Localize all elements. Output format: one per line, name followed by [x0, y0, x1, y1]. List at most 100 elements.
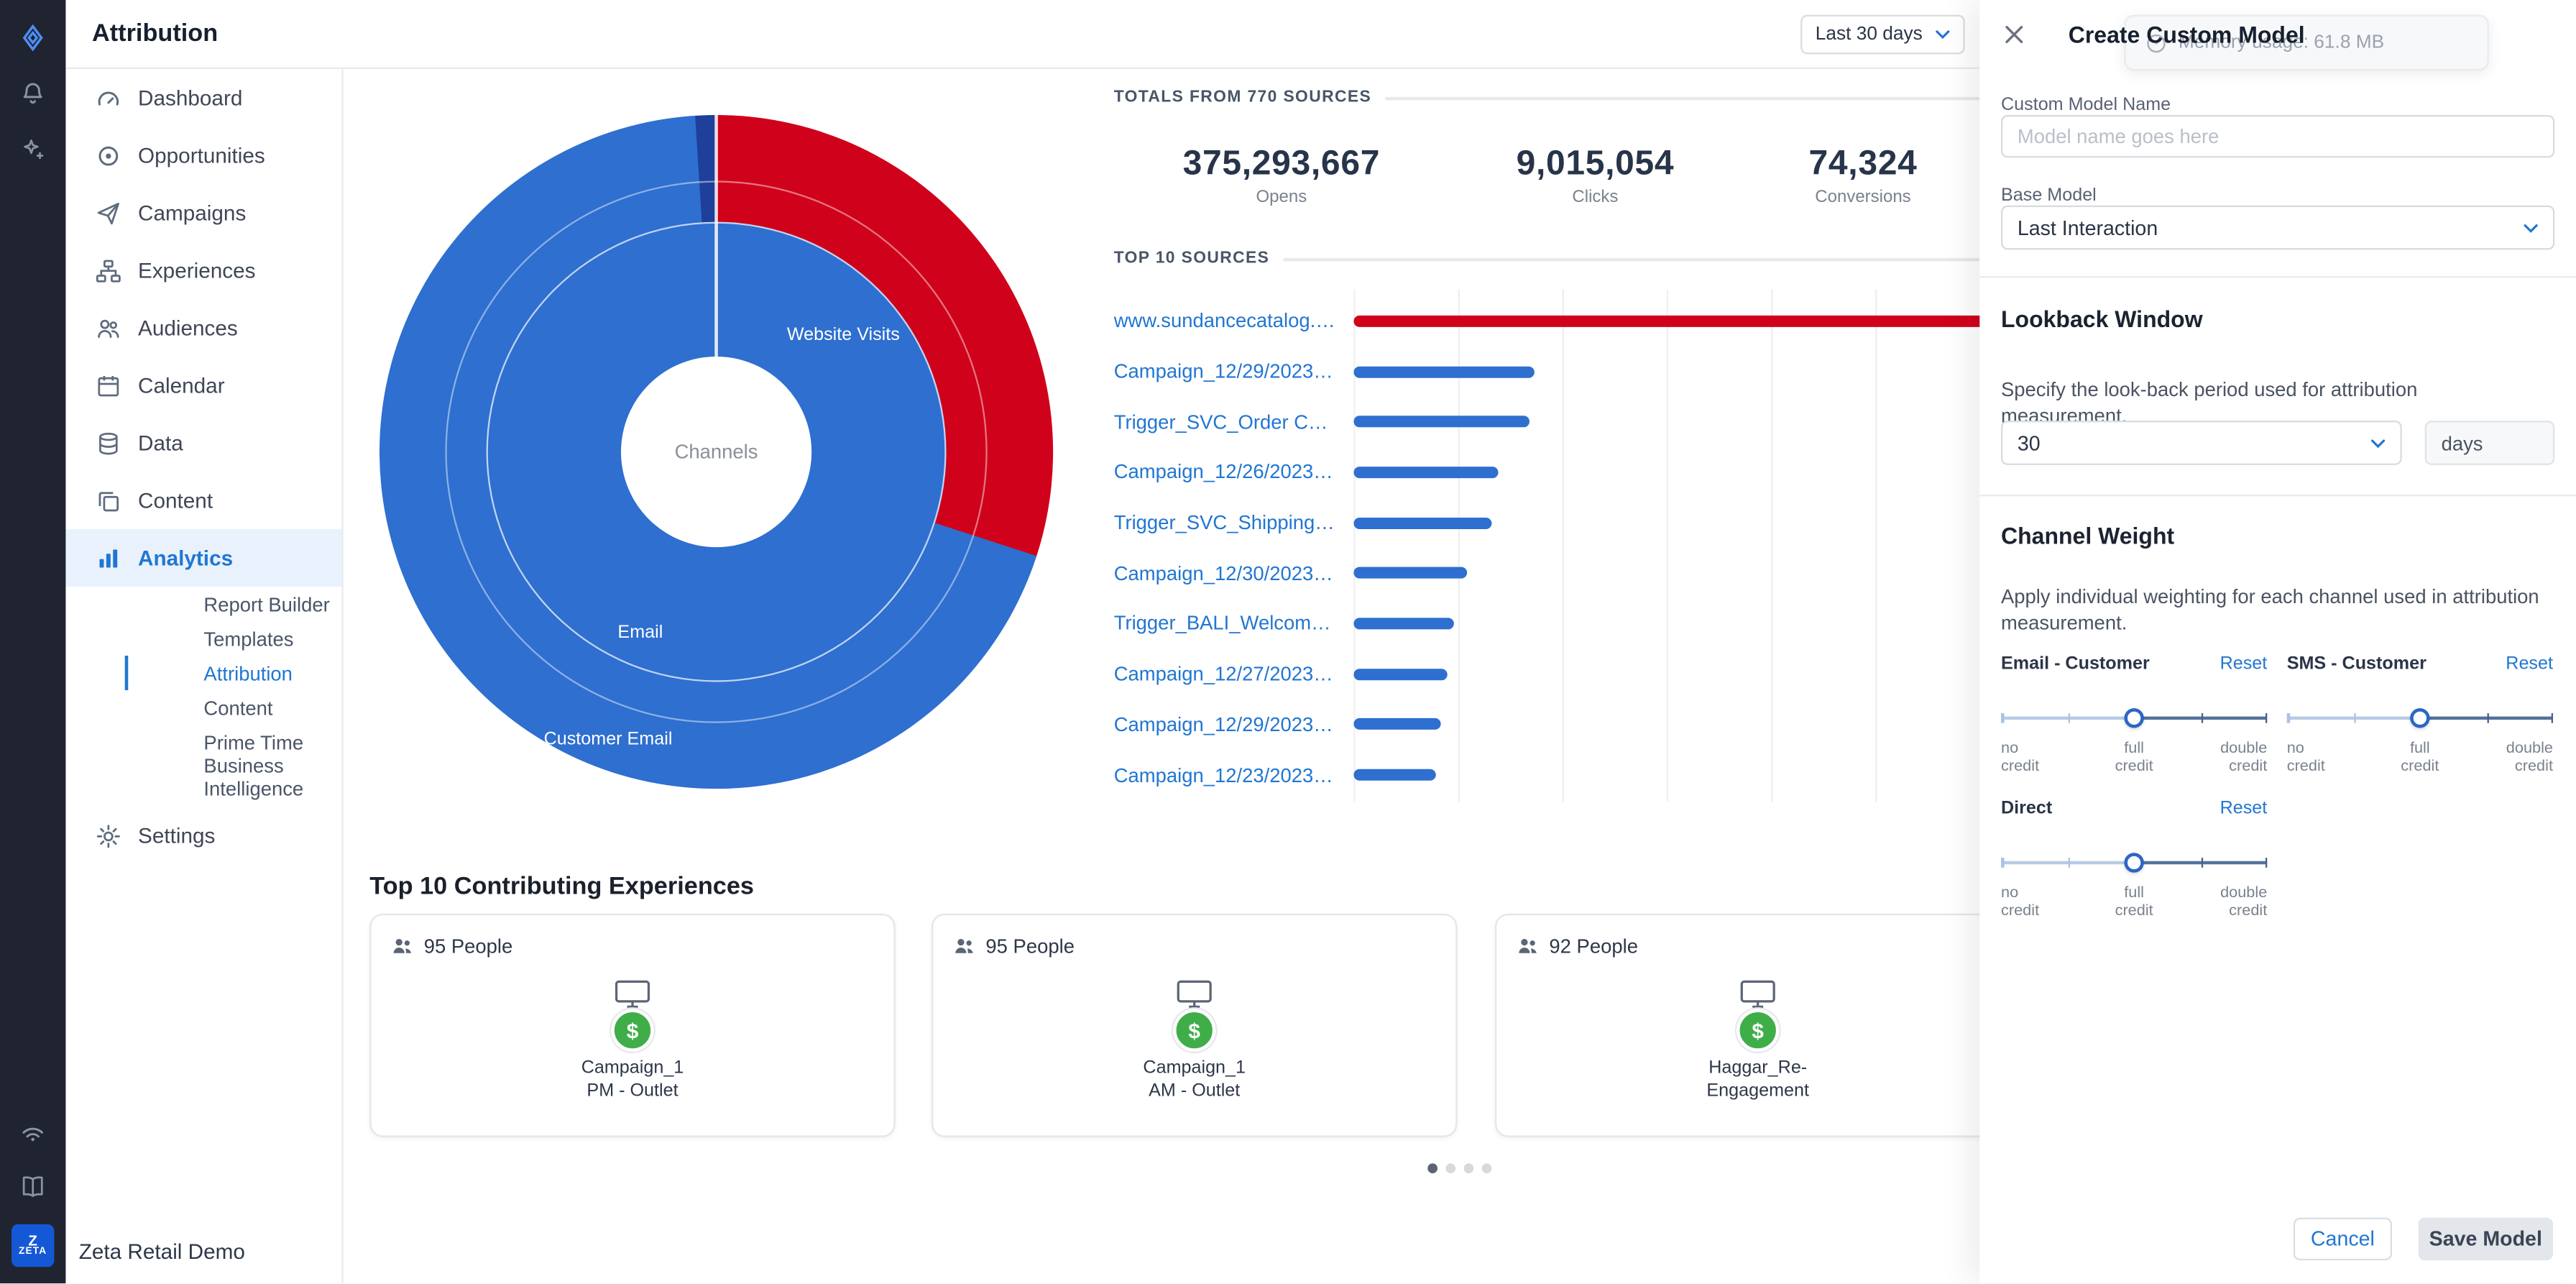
lookback-value-select[interactable]: 30 — [2001, 421, 2402, 465]
sparkle-ai-icon[interactable] — [0, 121, 65, 178]
slider-handle[interactable] — [2124, 853, 2143, 872]
source-bar[interactable] — [1353, 769, 1435, 781]
sidebar-item-settings[interactable]: Settings — [65, 807, 341, 864]
stat-conversions-label: Conversions — [1809, 188, 1918, 207]
sidebar-item-data[interactable]: Data — [65, 414, 341, 472]
scale-double-credit: double credit — [2506, 740, 2553, 777]
zeta-z-mark: Z — [28, 1234, 37, 1247]
source-link[interactable]: Campaign_12/26/2023 P... — [1114, 461, 1354, 484]
sidebar: Dashboard Opportunities Campaigns Experi… — [65, 69, 343, 1284]
sidebar-subitem-attribution[interactable]: Attribution — [125, 656, 342, 690]
users-icon — [96, 315, 122, 341]
source-row: Trigger_BALI_Welcome_T... — [1114, 598, 1980, 648]
save-model-button[interactable]: Save Model — [2419, 1218, 2553, 1260]
source-bar[interactable] — [1353, 567, 1466, 579]
channel-sunburst-chart[interactable]: Channels Website Visits Email Customer E… — [380, 115, 1053, 789]
source-link[interactable]: Trigger_SVC_Shipping Co... — [1114, 511, 1354, 534]
carousel-dot[interactable] — [1427, 1163, 1438, 1173]
sidebar-item-campaigns[interactable]: Campaigns — [65, 184, 341, 242]
experience-card[interactable]: 95 People $ Campaign_1PM - Outlet — [369, 914, 895, 1137]
slider-track[interactable] — [2001, 707, 2267, 730]
scale-full-credit: full credit — [2115, 740, 2153, 777]
source-row: Campaign_12/29/2023 A... — [1114, 700, 1980, 750]
zeta-brand-logo[interactable]: Z ZETA — [12, 1224, 54, 1267]
source-bar[interactable] — [1353, 618, 1453, 629]
carousel-dot[interactable] — [1464, 1163, 1474, 1173]
sidebar-item-dashboard[interactable]: Dashboard — [65, 69, 341, 127]
slider-handle[interactable] — [2410, 708, 2429, 728]
stat-conversions-value: 74,324 — [1809, 145, 1918, 184]
bell-icon[interactable] — [0, 65, 65, 121]
stat-clicks-label: Clicks — [1517, 188, 1675, 207]
scale-no-credit: no credit — [2001, 884, 2039, 922]
source-bar[interactable] — [1353, 467, 1497, 478]
sidebar-subitem-business-intelligence[interactable]: Business Intelligence — [125, 759, 342, 794]
sidebar-item-label: Settings — [138, 823, 215, 848]
sunburst-segment-divider — [714, 115, 717, 357]
date-range-select[interactable]: Last 30 days — [1800, 15, 1965, 55]
weight-slider-sms-customer: SMS - Customer Reset no credit full cred… — [2287, 654, 2553, 779]
totals-label: TOTALS FROM 770 SOURCES — [1114, 88, 1371, 106]
custom-model-name-label: Custom Model Name — [2001, 96, 2171, 115]
reset-link[interactable]: Reset — [2220, 654, 2268, 674]
carousel-pagination — [1427, 1163, 1491, 1173]
lookback-title: Lookback Window — [2001, 306, 2203, 332]
sidebar-subitem-report-builder[interactable]: Report Builder — [125, 587, 342, 621]
source-link[interactable]: Trigger_BALI_Welcome_T... — [1114, 612, 1354, 635]
source-bar[interactable] — [1353, 416, 1529, 428]
sidebar-item-opportunities[interactable]: Opportunities — [65, 127, 341, 184]
source-link[interactable]: Campaign_12/27/2023 PM... — [1114, 662, 1354, 685]
app-viewport: Z ZETA Attribution Last 30 days Dashboar… — [0, 0, 2576, 1284]
experience-name: Campaign_1PM - Outlet — [581, 1058, 684, 1104]
lookback-unit-field[interactable]: days — [2425, 421, 2555, 465]
sidebar-subitem-content[interactable]: Content — [125, 690, 342, 725]
reset-link[interactable]: Reset — [2220, 799, 2268, 818]
signal-icon[interactable] — [0, 1103, 65, 1159]
slider-track[interactable] — [2001, 851, 2267, 874]
source-row: Campaign_12/23/2023 A... — [1114, 750, 1980, 800]
source-link[interactable]: Trigger_SVC_Order Confir... — [1114, 411, 1354, 434]
people-count: 95 People — [985, 935, 1075, 958]
sidebar-item-content[interactable]: Content — [65, 472, 341, 529]
reset-link[interactable]: Reset — [2506, 654, 2553, 674]
source-link[interactable]: Campaign_12/29/2023 A... — [1114, 713, 1354, 736]
sidebar-item-label: Experiences — [138, 258, 256, 283]
carousel-dot[interactable] — [1482, 1163, 1492, 1173]
cancel-button[interactable]: Cancel — [2294, 1218, 2392, 1260]
base-model-label: Base Model — [2001, 185, 2097, 205]
source-link[interactable]: www.sundancecatalog.com — [1114, 309, 1354, 332]
slider-track[interactable] — [2287, 707, 2553, 730]
source-bar[interactable] — [1353, 366, 1535, 377]
custom-model-name-input[interactable] — [2001, 115, 2554, 157]
source-link[interactable]: Campaign_12/30/2023 P... — [1114, 561, 1354, 584]
gear-icon — [96, 822, 122, 849]
source-bar[interactable] — [1353, 315, 1992, 326]
slider-handle[interactable] — [2124, 708, 2143, 728]
panel-title: Create Custom Model — [2069, 22, 2305, 48]
top-sources-section-header: TOP 10 SOURCES — [1114, 249, 1980, 267]
people-icon — [953, 935, 976, 958]
close-icon[interactable] — [2001, 22, 2028, 48]
source-link[interactable]: Campaign_12/23/2023 A... — [1114, 763, 1354, 787]
sidebar-item-audiences[interactable]: Audiences — [65, 299, 341, 357]
top-sources-bar-chart: www.sundancecatalog.com Campaign_12/29/2… — [1114, 295, 1980, 799]
experience-card[interactable]: 95 People $ Campaign_1AM - Outlet — [932, 914, 1457, 1137]
people-icon — [391, 935, 414, 958]
sidebar-subitem-templates[interactable]: Templates — [125, 621, 342, 656]
source-bar[interactable] — [1353, 668, 1448, 679]
date-range-value: Last 30 days — [1816, 24, 1923, 44]
carousel-dot[interactable] — [1445, 1163, 1455, 1173]
source-bar[interactable] — [1353, 719, 1441, 730]
experience-card[interactable]: 92 People $ Haggar_Re-Engagement — [1495, 914, 2020, 1137]
source-bar[interactable] — [1353, 517, 1491, 528]
sidebar-item-analytics[interactable]: Analytics — [65, 529, 341, 587]
segment-label-website-visits: Website Visits — [787, 326, 900, 345]
base-model-select[interactable]: Last Interaction — [2001, 206, 2554, 250]
sidebar-item-experiences[interactable]: Experiences — [65, 242, 341, 299]
source-link[interactable]: Campaign_12/29/2023 P... — [1114, 360, 1354, 383]
sidebar-item-calendar[interactable]: Calendar — [65, 357, 341, 414]
zeta-spark-logo-icon[interactable] — [0, 10, 65, 66]
account-name[interactable]: Zeta Retail Demo — [79, 1239, 245, 1264]
slider-label: SMS - Customer — [2287, 654, 2426, 674]
book-icon[interactable] — [0, 1159, 65, 1215]
